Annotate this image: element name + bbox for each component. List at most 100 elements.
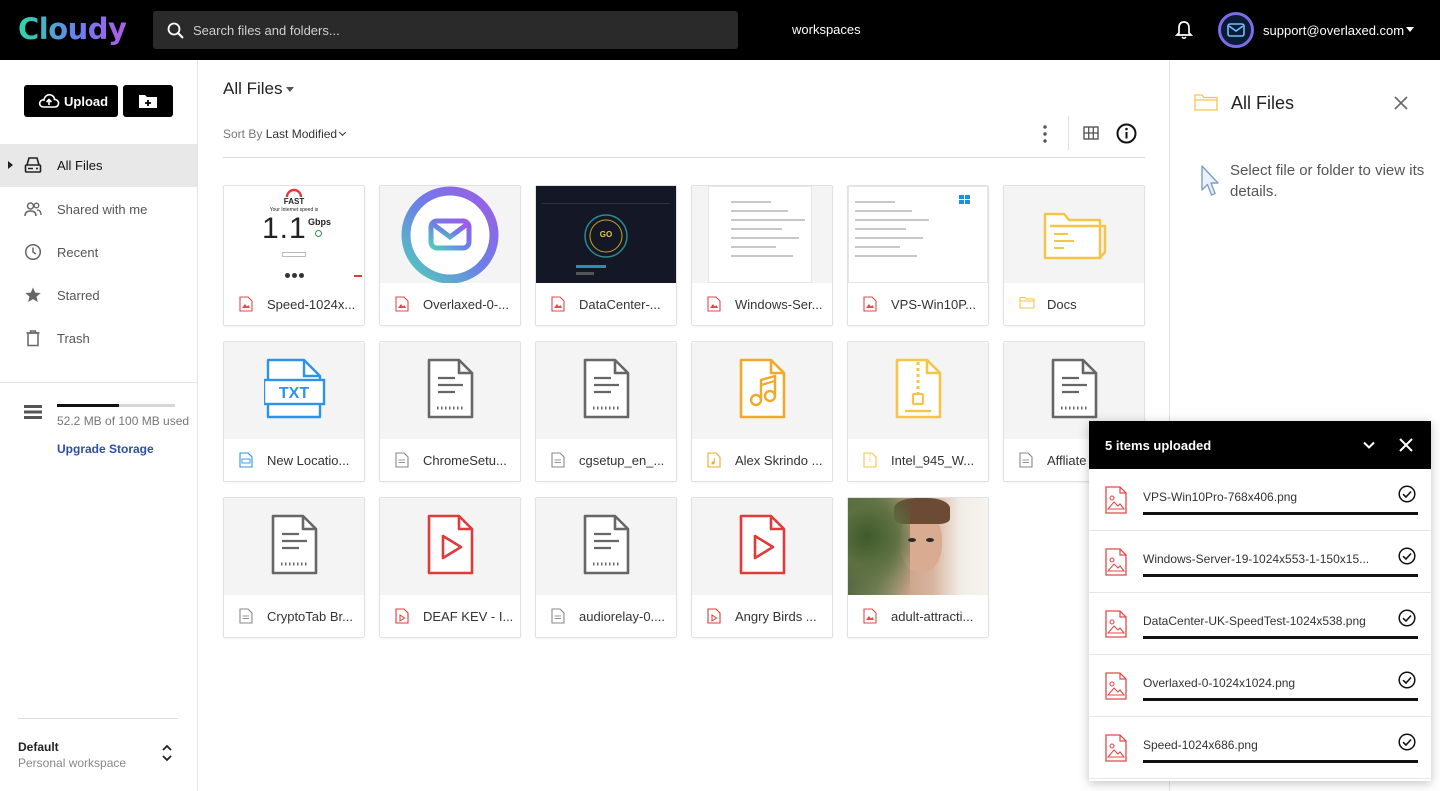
file-tile[interactable]: adult-attracti... xyxy=(847,497,989,638)
archive-type-icon xyxy=(863,452,877,471)
screenshot-thumbnail xyxy=(708,186,812,283)
file-tile[interactable]: GO DataCenter-... xyxy=(535,185,677,326)
page-title[interactable]: All Files xyxy=(223,79,283,99)
bell-icon[interactable] xyxy=(1175,20,1193,40)
workspace-name[interactable]: Default xyxy=(18,740,59,754)
chevron-down-icon[interactable] xyxy=(1406,27,1414,32)
datacenter-info-bar xyxy=(576,272,594,275)
upload-item[interactable]: VPS-Win10Pro-768x406.png xyxy=(1089,469,1431,531)
image-file-icon xyxy=(1105,672,1127,700)
grid-view-icon[interactable] xyxy=(1083,125,1099,141)
file-name: Alex Skrindo ... xyxy=(735,453,823,468)
chevron-down-icon[interactable] xyxy=(1362,438,1376,452)
more-options-icon[interactable] xyxy=(1036,124,1054,144)
sidebar-item-trash[interactable]: Trash xyxy=(0,317,197,360)
workspaces-link[interactable]: workspaces xyxy=(792,22,861,37)
file-tile[interactable]: cgsetup_en_... xyxy=(535,341,677,482)
upload-progress-bar xyxy=(1143,760,1418,763)
file-thumbnail xyxy=(536,342,676,439)
upload-item[interactable]: DataCenter-UK-SpeedTest-1024x538.png xyxy=(1089,593,1431,655)
upload-label: Upload xyxy=(64,94,109,109)
upload-progress-fill xyxy=(1143,636,1418,639)
uploads-header: 5 items uploaded xyxy=(1089,421,1431,469)
file-tile[interactable]: TXT New Locatio... xyxy=(223,341,365,482)
file-name: Windows-Ser... xyxy=(735,297,823,312)
file-tile[interactable]: Intel_945_W... xyxy=(847,341,989,482)
file-tile[interactable]: Angry Birds ... xyxy=(691,497,833,638)
speedtest-value: 1.1 xyxy=(262,212,307,245)
search-input[interactable] xyxy=(193,11,723,49)
file-thumbnail: FAST Your Internet speed is 1.1 Gbps xyxy=(224,186,364,283)
user-email[interactable]: support@overlaxed.com xyxy=(1263,23,1404,38)
datacenter-info-bar xyxy=(576,265,606,268)
chevron-down-icon[interactable] xyxy=(286,87,294,92)
uploads-title: 5 items uploaded xyxy=(1105,438,1212,453)
image-type-icon xyxy=(395,296,409,315)
close-icon[interactable] xyxy=(1394,96,1408,110)
folder-type-icon xyxy=(1019,296,1035,312)
file-thumbnail: TXT xyxy=(224,342,364,439)
envelope-icon xyxy=(1227,23,1245,37)
file-tile[interactable]: DEAF KEV - I... xyxy=(379,497,521,638)
upload-progress-bar xyxy=(1143,574,1418,577)
doc-type-icon xyxy=(395,452,409,471)
sidebar-item-all-files[interactable]: All Files xyxy=(0,144,197,187)
new-folder-button[interactable] xyxy=(123,85,173,117)
file-tile[interactable]: ChromeSetu... xyxy=(379,341,521,482)
upload-button[interactable]: Upload xyxy=(24,85,118,117)
doc-type-icon xyxy=(551,452,565,471)
file-name: cgsetup_en_... xyxy=(579,453,665,468)
file-thumbnail xyxy=(380,342,520,439)
search-box[interactable] xyxy=(153,11,738,49)
file-name: DEAF KEV - I... xyxy=(423,609,514,624)
file-name: ChromeSetu... xyxy=(423,453,507,468)
upload-item[interactable]: Windows-Server-19-1024x553-1-150x15... xyxy=(1089,531,1431,593)
file-thumbnail xyxy=(848,498,988,595)
image-type-icon xyxy=(863,608,877,627)
nav-label: Recent xyxy=(57,245,99,260)
chevron-up-down-icon[interactable] xyxy=(160,743,174,763)
sidebar-item-recent[interactable]: Recent xyxy=(0,231,197,274)
toolbar-divider xyxy=(1068,116,1069,150)
close-icon[interactable] xyxy=(1398,437,1414,453)
file-tile[interactable]: Windows-Ser... xyxy=(691,185,833,326)
file-name: audiorelay-0.... xyxy=(579,609,665,624)
text-type-icon xyxy=(239,452,253,471)
drive-icon xyxy=(24,157,42,173)
info-icon[interactable] xyxy=(1116,123,1137,144)
doc-type-icon xyxy=(239,608,253,627)
upload-file-name: Speed-1024x686.png xyxy=(1143,738,1258,752)
upload-item[interactable]: Overlaxed-0-1024x1024.png xyxy=(1089,655,1431,717)
upload-item[interactable]: Speed-1024x686.png xyxy=(1089,717,1431,779)
upload-progress-fill xyxy=(1143,512,1418,515)
file-tile[interactable]: CryptoTab Br... xyxy=(223,497,365,638)
storage-progress-fill xyxy=(57,404,119,407)
storage-icon xyxy=(24,405,42,419)
expand-arrow-icon[interactable] xyxy=(8,161,13,169)
file-tile[interactable]: Alex Skrindo ... xyxy=(691,341,833,482)
sidebar-item-starred[interactable]: Starred xyxy=(0,274,197,317)
upload-progress-bar xyxy=(1143,636,1418,639)
file-thumbnail xyxy=(692,342,832,439)
avatar[interactable] xyxy=(1218,12,1254,48)
txt-label: TXT xyxy=(279,385,309,402)
speedtest-button xyxy=(282,252,306,257)
file-name: Docs xyxy=(1047,297,1077,312)
sort-control[interactable]: Sort By Last Modified xyxy=(223,127,347,141)
file-tile[interactable]: VPS-Win10P... xyxy=(847,185,989,326)
image-file-icon xyxy=(1105,610,1127,638)
file-tile[interactable]: Overlaxed-0-... xyxy=(379,185,521,326)
check-circle-icon xyxy=(1398,547,1416,565)
workspace-subtitle: Personal workspace xyxy=(18,756,127,770)
app-logo[interactable]: Cloudy xyxy=(18,12,127,46)
image-type-icon xyxy=(707,296,721,315)
details-hint: Select file or folder to view its detail… xyxy=(1230,162,1425,200)
folder-icon xyxy=(1043,212,1107,260)
workspace-divider xyxy=(18,718,178,719)
file-tile[interactable]: audiorelay-0.... xyxy=(535,497,677,638)
sidebar-item-shared[interactable]: Shared with me xyxy=(0,188,197,231)
file-tile[interactable]: FAST Your Internet speed is 1.1 Gbps Spe… xyxy=(223,185,365,326)
check-circle-icon xyxy=(1398,609,1416,627)
upgrade-storage-link[interactable]: Upgrade Storage xyxy=(57,442,154,456)
folder-tile[interactable]: Docs xyxy=(1003,185,1145,326)
